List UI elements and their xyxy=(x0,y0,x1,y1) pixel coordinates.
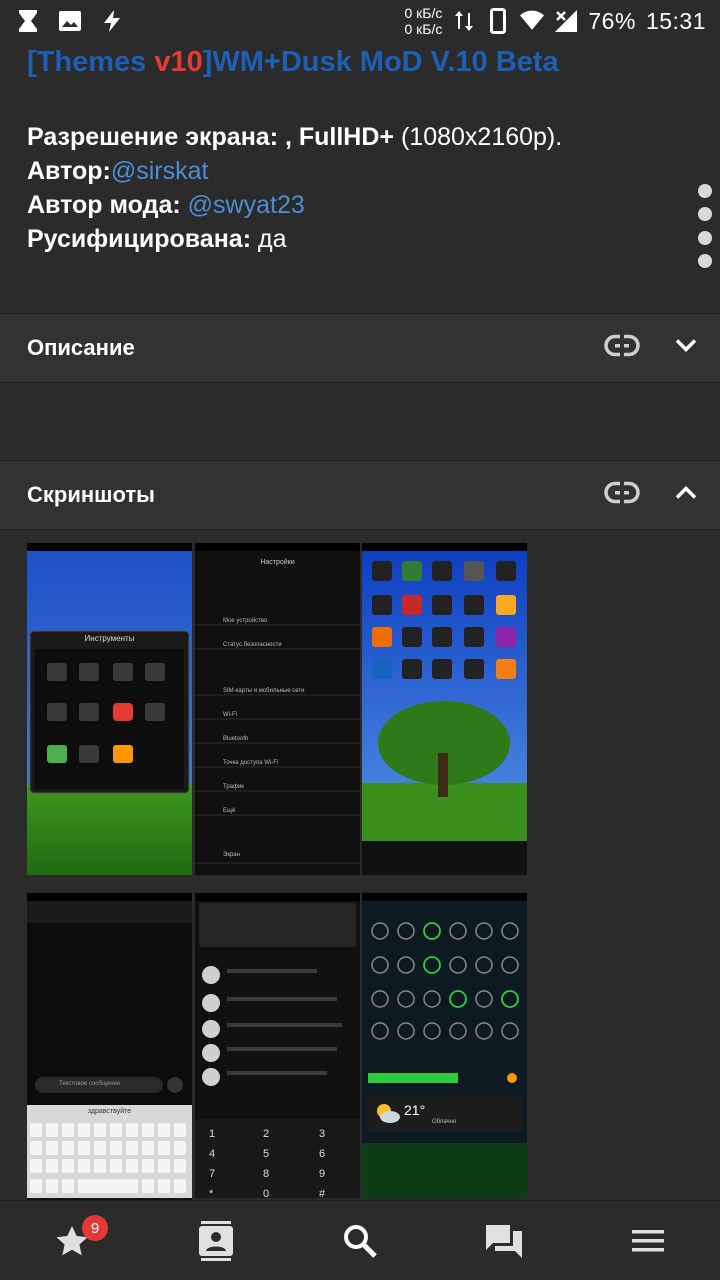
svg-text:9: 9 xyxy=(319,1168,325,1180)
sms-hint: Текстовое сообщение xyxy=(59,1081,121,1087)
weather-temp: 21° xyxy=(404,1102,426,1118)
resolution-label: Разрешение экрана: , FullHD+ xyxy=(27,123,395,151)
settings-item: Статус безопасности xyxy=(223,642,282,648)
status-bar: 0 кБ/с 0 кБ/с 76% 15:31 xyxy=(0,0,720,42)
post-title: [Themes v10]WM+Dusk MoD V.10 Beta xyxy=(27,46,687,79)
screenshot-thumbnail[interactable]: Настройки Мое устройство Статус безопасн… xyxy=(195,543,360,875)
tools-popup-title: Инструменты xyxy=(84,634,135,643)
clock: 15:31 xyxy=(645,7,706,34)
nav-messages[interactable] xyxy=(432,1201,576,1280)
data-transfer-icon xyxy=(452,9,476,33)
settings-item: Wi-Fi xyxy=(223,712,237,718)
bottom-navigation: 9 xyxy=(0,1200,720,1280)
svg-text:7: 7 xyxy=(209,1168,215,1180)
settings-item: Трафик xyxy=(223,784,244,790)
flash-icon xyxy=(100,9,124,33)
screenshot-thumbnail[interactable]: 21° Облачно xyxy=(362,893,527,1198)
svg-text:*: * xyxy=(209,1188,214,1198)
hourglass-icon xyxy=(16,9,40,33)
nav-contacts[interactable] xyxy=(144,1201,288,1280)
russified-label: Русифицирована: xyxy=(27,225,252,253)
chevron-up-icon[interactable] xyxy=(674,485,698,506)
wifi-icon xyxy=(520,9,545,33)
svg-text:1: 1 xyxy=(209,1128,215,1140)
image-icon xyxy=(58,9,82,33)
description-section-header[interactable]: Описание xyxy=(0,313,720,383)
screenshot-thumbnail[interactable]: здравствуйте Текстовое сообщение xyxy=(27,893,192,1225)
svg-text:#: # xyxy=(319,1188,326,1198)
screenshots-title: Скриншоты xyxy=(27,482,155,507)
settings-title: Настройки xyxy=(260,559,295,566)
svg-text:5: 5 xyxy=(263,1148,269,1160)
settings-list: Мое устройство Статус безопасности SIM-к… xyxy=(223,609,304,867)
weather-desc: Облачно xyxy=(432,1119,457,1125)
mod-author-link[interactable]: @swyat23 xyxy=(188,191,305,219)
post-info: Разрешение экрана: , FullHD+ (1080x2160p… xyxy=(27,120,562,256)
author-label: Автор: xyxy=(27,157,111,185)
link-icon[interactable] xyxy=(604,334,640,362)
battery-percent: 76% xyxy=(588,7,636,34)
screenshots-section-header[interactable]: Скриншоты xyxy=(0,460,720,530)
settings-item: Bluetooth xyxy=(223,736,249,742)
more-options-icon[interactable] xyxy=(697,184,713,268)
nav-menu[interactable] xyxy=(576,1201,720,1280)
svg-text:3: 3 xyxy=(319,1128,325,1140)
network-speed: 0 кБ/с 0 кБ/с xyxy=(405,5,443,37)
messages-icon xyxy=(486,1224,522,1258)
svg-text:0: 0 xyxy=(263,1188,269,1198)
author-link[interactable]: @sirskat xyxy=(111,157,209,185)
svg-text:6: 6 xyxy=(319,1148,325,1160)
chevron-down-icon[interactable] xyxy=(674,338,698,359)
mod-author-label: Автор мода: xyxy=(27,191,188,219)
title-prefix: [Themes xyxy=(27,46,155,78)
keyboard-suggestion: здравствуйте xyxy=(87,1108,132,1115)
net-down-text: 0 кБ/с xyxy=(404,21,443,37)
nav-favorites[interactable]: 9 xyxy=(0,1201,144,1280)
nav-search[interactable] xyxy=(288,1201,432,1280)
search-icon xyxy=(344,1224,377,1258)
svg-text:4: 4 xyxy=(209,1148,215,1160)
settings-item: Экран xyxy=(223,852,240,858)
menu-icon xyxy=(632,1229,664,1251)
resolution-value: (1080x2160p). xyxy=(394,123,563,151)
screenshot-thumbnail[interactable] xyxy=(362,543,527,875)
screenshot-thumbnail[interactable]: 1 2 3 4 5 6 7 8 9 * 0 # xyxy=(195,893,360,1198)
net-up-text: 0 кБ/с xyxy=(404,5,443,21)
title-version: v10 xyxy=(154,46,203,78)
notification-badge: 9 xyxy=(82,1215,108,1241)
signal-off-icon xyxy=(554,9,578,33)
phone-icon xyxy=(486,8,510,34)
russified-value: да xyxy=(251,225,287,253)
svg-text:8: 8 xyxy=(263,1168,269,1180)
description-title: Описание xyxy=(27,335,135,360)
contacts-icon xyxy=(199,1220,233,1261)
settings-item: Мое устройство xyxy=(223,618,268,624)
settings-item: Ещё xyxy=(223,808,236,814)
settings-item: Точка доступа Wi-Fi xyxy=(223,760,279,766)
title-rest: ]WM+Dusk MoD V.10 Beta xyxy=(202,46,559,78)
screenshot-thumbnail[interactable]: Инструменты xyxy=(27,543,192,875)
link-icon[interactable] xyxy=(604,481,640,509)
settings-item: SIM-карты и мобильные сети xyxy=(223,688,305,694)
svg-text:2: 2 xyxy=(263,1128,269,1140)
